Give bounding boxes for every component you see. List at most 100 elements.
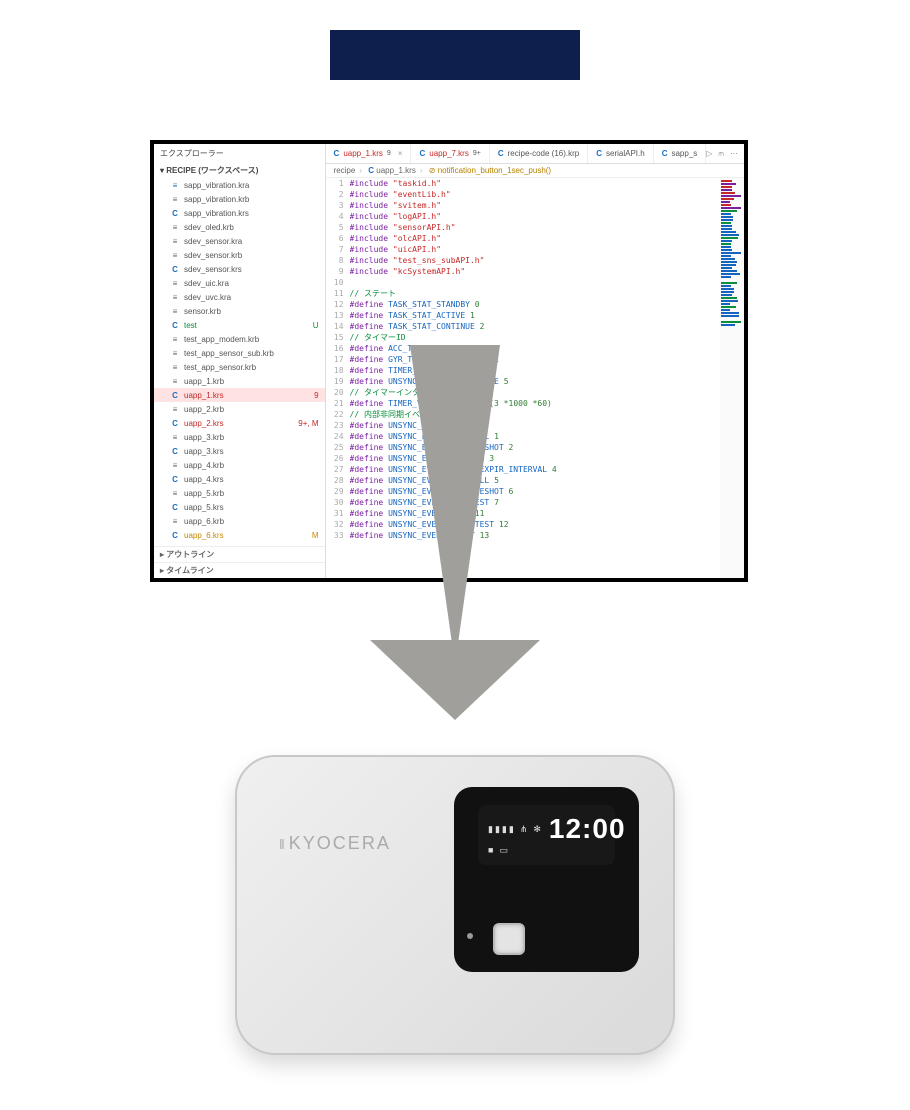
tree-item[interactable]: ≡uapp_6.krb — [154, 514, 325, 528]
tree-item[interactable]: ≡sdev_uvc.kra — [154, 290, 325, 304]
file-label: test_app_modem.krb — [184, 335, 319, 344]
tab-label: serialAPI.h — [606, 149, 645, 158]
code-line[interactable]: #include "taskid.h" — [350, 178, 720, 189]
tree-item[interactable]: ≡uapp_4.krb — [154, 458, 325, 472]
close-icon[interactable]: × — [398, 149, 403, 158]
code-line[interactable]: #define UNSYNC_EVENT_TIMER_LIFE 5 — [350, 376, 720, 387]
tree-item[interactable]: ≡sensor.krb — [154, 304, 325, 318]
code-line[interactable]: #include "logAPI.h" — [350, 211, 720, 222]
tree-item[interactable]: ≡sapp_vibration.kra — [154, 178, 325, 192]
editor-tab[interactable]: CserialAPI.h — [588, 144, 653, 163]
file-icon: ≡ — [170, 377, 180, 386]
file-icon: C — [170, 321, 180, 330]
tree-item[interactable]: ≡test_app_modem.krb — [154, 332, 325, 346]
file-icon: C — [170, 475, 180, 484]
tree-item[interactable]: Csdev_sensor.krs — [154, 262, 325, 276]
file-icon: C — [170, 391, 180, 400]
outline-section[interactable]: ▸ アウトライン — [154, 546, 325, 562]
code-line[interactable]: #define TASK_STAT_ACTIVE 1 — [350, 310, 720, 321]
tree-item[interactable]: ≡sdev_sensor.krb — [154, 248, 325, 262]
code-line[interactable]: #include "svitem.h" — [350, 200, 720, 211]
code-line[interactable]: #include "eventLib.h" — [350, 189, 720, 200]
workspace-header[interactable]: ▾ RECIPE (ワークスペース) — [154, 163, 325, 178]
brand-logo: KYOCERA — [279, 833, 391, 854]
file-icon: ≡ — [170, 405, 180, 414]
tree-item[interactable]: ≡uapp_1.krb — [154, 374, 325, 388]
code-line[interactable]: // タイマーID — [350, 332, 720, 343]
tree-item[interactable]: ≡uapp_3.krb — [154, 430, 325, 444]
device-bezel: ▮▮▮▮ ⋔ ✻ 12:00 ■ ▭ — [454, 787, 639, 972]
file-icon: C — [170, 503, 180, 512]
run-icon[interactable]: ▷ — [706, 149, 712, 158]
tree-item[interactable]: ≡test_app_sensor.krb — [154, 360, 325, 374]
code-line[interactable]: #include "uicAPI.h" — [350, 244, 720, 255]
code-line[interactable]: #define UNSYNC_EVENT_ACC_VIB 3 — [350, 453, 720, 464]
editor-tab[interactable]: Cuapp_1.krs9× — [326, 144, 412, 163]
tree-item[interactable]: ≡ uapp_5.krb — [154, 486, 325, 500]
code-line[interactable]: #define TIMER_ID_LIFE 2 — [350, 365, 720, 376]
code-body[interactable]: #include "taskid.h"#include "eventLib.h"… — [350, 178, 720, 578]
code-line[interactable]: #define UNSYNC_EVENT_GYR_ONESHOT 6 — [350, 486, 720, 497]
tree-item[interactable]: ≡sdev_oled.krb — [154, 220, 325, 234]
file-icon: ≡ — [170, 251, 180, 260]
file-icon: C — [170, 265, 180, 274]
tree-item[interactable]: ≡test_app_sensor_sub.krb — [154, 346, 325, 360]
code-line[interactable]: #define UNSYNC_EVENT_GYR_TEST 7 — [350, 497, 720, 508]
code-line[interactable]: #define UNSYNC_EVENT_GYR_POLL 5 — [350, 475, 720, 486]
tab-label: sapp_s — [671, 149, 697, 158]
code-line[interactable]: #define UNSYNC_EVENT_XTEST 13 — [350, 530, 720, 541]
tree-item[interactable]: ≡uapp_2.krb — [154, 402, 325, 416]
clock: 12:00 — [549, 813, 626, 845]
split-icon[interactable]: ⫙ — [718, 149, 724, 159]
tree-item[interactable]: ≡sdev_uic.kra — [154, 276, 325, 290]
code-line[interactable]: #define TIMER_VALUE_INTERVAL (3 *1000 *6… — [350, 398, 720, 409]
code-line[interactable]: #define TASK_STAT_CONTINUE 2 — [350, 321, 720, 332]
code-area: 1234567891011121314151617181920212223242… — [326, 178, 744, 578]
code-line[interactable]: #define UNSYNC_EVENT_TIMER_EXPIR_INTERVA… — [350, 464, 720, 475]
tree-item[interactable]: ≡sdev_sensor.kra — [154, 234, 325, 248]
tab-label: uapp_1.krs — [343, 149, 383, 158]
minimap[interactable] — [720, 178, 744, 578]
editor-tab[interactable]: Csapp_s — [654, 144, 707, 163]
code-line[interactable]: #define TASK_STAT_STANDBY 0 — [350, 299, 720, 310]
file-label: uapp_5.krs — [184, 503, 319, 512]
tree-item[interactable]: Cuapp_5.krs — [154, 500, 325, 514]
code-line[interactable]: // 内部非同期イベント — [350, 409, 720, 420]
code-line[interactable]: #define UNSYNC_EVENT_ACC_POLL 1 — [350, 431, 720, 442]
file-icon: ≡ — [170, 363, 180, 372]
tree-item[interactable]: ≡sapp_vibration.krb — [154, 192, 325, 206]
file-icon: C — [170, 209, 180, 218]
tree-item[interactable]: Cuapp_2.krs9+, M — [154, 416, 325, 430]
code-line[interactable]: #define GYR_TIMER_ID_INTERVAL 1 — [350, 354, 720, 365]
code-line[interactable]: // ステート — [350, 288, 720, 299]
more-icon[interactable]: ⋯ — [730, 149, 738, 158]
tree-item[interactable]: Cuapp_3.krs — [154, 444, 325, 458]
breadcrumb[interactable]: recipe› C uapp_1.krs› ⊘ notification_but… — [326, 164, 744, 178]
code-line[interactable]: #include "sensorAPI.h" — [350, 222, 720, 233]
tree-item[interactable]: CtestU — [154, 318, 325, 332]
file-label: sdev_sensor.krs — [184, 265, 319, 274]
code-line[interactable]: #define UNSYNC_EVENT_TEST 11 — [350, 508, 720, 519]
editor-tab[interactable]: Cuapp_7.krs9+ — [411, 144, 489, 163]
file-icon: C — [170, 419, 180, 428]
code-line[interactable] — [350, 277, 720, 288]
file-label: uapp_5.krb — [184, 489, 319, 498]
tree-item[interactable]: Cuapp_1.krs9 — [154, 388, 325, 402]
arrow-down-icon — [410, 345, 500, 665]
code-line[interactable]: #define UNSYNC_EVENT_ACC_ONESHOT 2 — [350, 442, 720, 453]
timeline-section[interactable]: ▸ タイムライン — [154, 562, 325, 578]
code-line[interactable]: #define ACC_TIMER_ID_INTERVAL 0 — [350, 343, 720, 354]
code-line[interactable]: #define UNSYNC_EVENT_CHECKTEST 12 — [350, 519, 720, 530]
code-line[interactable]: #include "kcSystemAPI.h" — [350, 266, 720, 277]
tree-item[interactable]: Csapp_vibration.krs — [154, 206, 325, 220]
tree-item[interactable]: Cuapp_4.krs — [154, 472, 325, 486]
code-line[interactable]: #define UNSYNC_EVENT_INIT 0 — [350, 420, 720, 431]
file-icon: ≡ — [170, 433, 180, 442]
editor-tab[interactable]: Crecipe-code (16).krp — [490, 144, 588, 163]
tree-item[interactable]: Cuapp_6.krsM — [154, 528, 325, 542]
code-line[interactable]: #include "olcAPI.h" — [350, 233, 720, 244]
code-line[interactable]: #include "test_sns_subAPI.h" — [350, 255, 720, 266]
file-icon: ≡ — [170, 489, 180, 498]
power-button[interactable] — [493, 923, 525, 955]
code-line[interactable]: // タイマーインターバル値 — [350, 387, 720, 398]
